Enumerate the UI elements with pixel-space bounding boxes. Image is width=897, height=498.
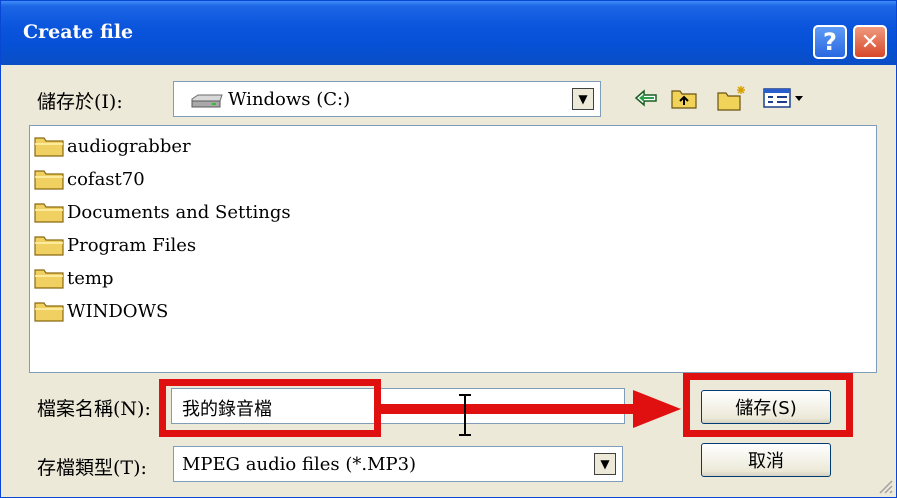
list-item[interactable]: audiograbber xyxy=(34,131,191,161)
list-item[interactable]: temp xyxy=(34,263,113,293)
file-name-label: temp xyxy=(67,267,114,289)
list-item[interactable]: Program Files xyxy=(34,230,196,260)
new-folder-icon xyxy=(717,86,745,111)
chevron-down-icon: ▼ xyxy=(578,92,588,106)
new-folder-button[interactable] xyxy=(717,85,747,111)
back-button[interactable] xyxy=(631,85,661,111)
file-name-label: audiograbber xyxy=(67,135,191,157)
file-name-label: Program Files xyxy=(67,234,197,256)
list-item[interactable]: Documents and Settings xyxy=(34,197,291,227)
save-in-value: Windows (C:) xyxy=(228,89,351,110)
file-name-label: Documents and Settings xyxy=(67,201,291,223)
save-button-highlight-box xyxy=(683,373,853,437)
file-name-label-text: 檔案名稱(N): xyxy=(37,398,151,420)
folder-icon xyxy=(34,269,64,289)
view-menu-icon xyxy=(763,88,803,108)
list-item[interactable]: WINDOWS xyxy=(34,296,168,326)
file-name-highlight-box xyxy=(159,379,381,437)
save-in-combo[interactable]: Windows (C:) ▼ xyxy=(173,81,601,117)
folder-icon xyxy=(34,203,64,223)
cancel-button[interactable]: 取消 xyxy=(701,443,831,477)
save-in-label: 儲存於(I): xyxy=(37,91,123,113)
save-type-label: 存檔類型(T): xyxy=(37,457,147,479)
save-type-combo[interactable]: MPEG audio files (*.MP3) ▼ xyxy=(173,446,623,482)
window-title: Create file xyxy=(23,21,134,43)
cancel-button-label: 取消 xyxy=(748,451,784,472)
up-folder-icon xyxy=(671,90,697,109)
folder-icon xyxy=(34,236,64,256)
file-list[interactable]: audiograbber cofast70 Documents and Sett… xyxy=(29,125,877,373)
folder-icon xyxy=(34,302,64,322)
close-button[interactable]: ✕ xyxy=(853,25,887,59)
close-icon: ✕ xyxy=(860,29,880,55)
save-type-dropdown-button[interactable]: ▼ xyxy=(594,453,616,475)
resize-grip-icon[interactable] xyxy=(876,477,894,495)
list-item[interactable]: cofast70 xyxy=(34,164,145,194)
view-menu-button[interactable] xyxy=(761,85,807,111)
create-file-dialog: Create file ? ✕ 儲存於(I): Windows (C:) ▼ a… xyxy=(0,0,897,498)
text-cursor-icon xyxy=(459,394,471,436)
back-arrow-icon xyxy=(634,89,657,107)
help-icon: ? xyxy=(823,28,837,56)
help-button[interactable]: ? xyxy=(813,25,847,59)
up-folder-button[interactable] xyxy=(669,85,699,111)
annotation-arrow-icon xyxy=(379,390,681,428)
chevron-down-icon: ▼ xyxy=(600,457,610,471)
folder-icon xyxy=(34,170,64,190)
save-type-value: MPEG audio files (*.MP3) xyxy=(182,454,417,475)
file-name-label: WINDOWS xyxy=(67,300,169,322)
save-in-dropdown-button[interactable]: ▼ xyxy=(572,88,594,110)
folder-icon xyxy=(34,137,64,157)
file-name-label: cofast70 xyxy=(67,168,145,190)
hard-drive-icon xyxy=(191,94,223,108)
title-bar[interactable]: Create file ? ✕ xyxy=(1,1,896,65)
